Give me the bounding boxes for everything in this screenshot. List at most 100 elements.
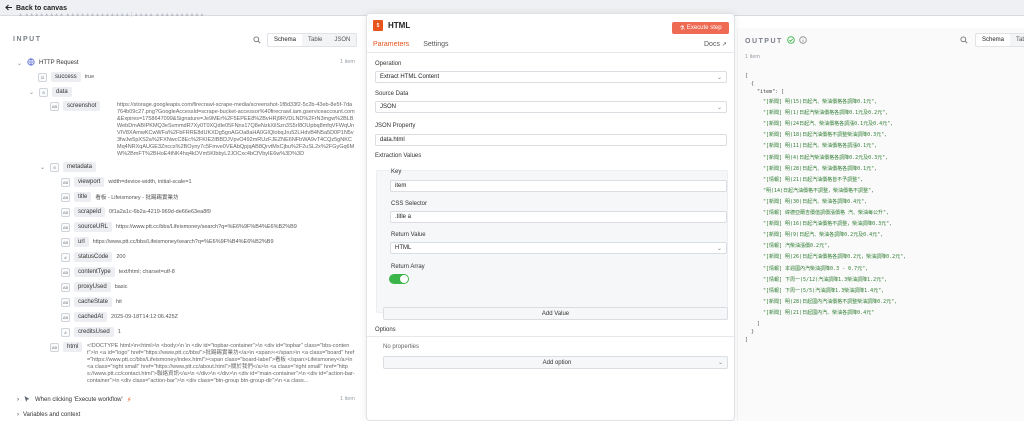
string-type-icon: AB bbox=[61, 177, 70, 187]
return-value-select[interactable]: HTML ⌄ bbox=[390, 242, 727, 254]
json-string-value: "[新聞] 明(4)日起汽柴油價格各調降0.2元及0.3元", bbox=[763, 154, 889, 161]
output-panel: OUTPUT Schema Table 1 item [ { "item": [… bbox=[737, 28, 1024, 421]
json-string-value: "[新聞] 明(28)日起國內汽油價格不調整柴油調降0.2元", bbox=[763, 298, 898, 305]
json-key-line: "item": [ bbox=[757, 89, 785, 95]
json-string-value: "[新聞] 明(9)日起汽、柴油各調降0.2元及0.4元", bbox=[763, 232, 884, 239]
string-type-icon: AB bbox=[61, 312, 70, 322]
field-value: basic bbox=[114, 284, 128, 290]
field-statuscode[interactable]: # statusCode 200 bbox=[61, 252, 126, 262]
field-contenttype[interactable]: AB contentType text/html; charset=utf-8 bbox=[61, 267, 175, 277]
options-label: Options bbox=[375, 327, 396, 333]
string-type-icon: AB bbox=[61, 282, 70, 292]
object-type-icon: ⊙ bbox=[50, 162, 59, 172]
execute-step-button[interactable]: ⚗ Execute step bbox=[672, 22, 729, 34]
operation-value: Extract HTML Content bbox=[380, 74, 440, 80]
field-metadata[interactable]: ⌄ ⊙ metadata bbox=[40, 162, 97, 172]
chevron-down-icon: ⌄ bbox=[40, 164, 46, 171]
variables-label: Variables and context bbox=[23, 412, 81, 418]
json-string-value: "[新聞] 明(18)日起汽油價格不調整柴油調降0.3元", bbox=[763, 132, 888, 139]
field-title[interactable]: AB title 看板 - Lifeismoney - 批踢踢實業坊 bbox=[61, 192, 178, 202]
json-array-item: "[情報] 緯德亞爾吉價值調價漲價格 汽、柴油每公升", bbox=[763, 209, 889, 216]
chevron-down-icon: ⌄ bbox=[17, 60, 23, 67]
json-property-input[interactable]: data.html bbox=[375, 134, 727, 146]
field-value: width=device-width, initial-scale=1 bbox=[108, 179, 192, 185]
field-key: scrapeId bbox=[74, 207, 106, 217]
json-string-value: "[新聞] 明(30)日起汽、柴油各調降0.4元", bbox=[763, 198, 868, 205]
json-string-value: "[新聞] 明(15)日起汽、柴油價格各調降0.1元", bbox=[763, 99, 878, 105]
json-close-array: ] bbox=[757, 321, 761, 327]
tab-json[interactable]: JSON bbox=[328, 34, 356, 46]
field-scrapeid[interactable]: AB scrapeId 0f1a2a1c-6b2a-4219-969d-de66… bbox=[61, 207, 211, 217]
tab-schema[interactable]: Schema bbox=[268, 34, 303, 46]
json-array-item: "[情報] 明(21)日起汽油價格皆不予調整", bbox=[763, 176, 863, 183]
json-string-value: "[情報] 明(21)日起汽油價格皆不予調整", bbox=[763, 176, 864, 183]
chevron-right-icon: › bbox=[17, 412, 19, 418]
operation-select[interactable]: Extract HTML Content ⌄ bbox=[375, 71, 727, 83]
globe-icon bbox=[27, 58, 35, 68]
info-circle-icon[interactable] bbox=[799, 36, 807, 46]
json-array-item: "明(14)日起汽油價格不調整，柴油價格不調整", bbox=[763, 187, 874, 194]
key-input[interactable]: item bbox=[390, 180, 727, 192]
json-array-item: "[情報] 本週國內汽柴油調降0.3 - 0.7元", bbox=[763, 265, 868, 272]
json-string-value: "[新聞] 明(24日起汽、柴油價格各調漲0.1元及0.4元", bbox=[763, 121, 894, 128]
search-icon[interactable] bbox=[253, 36, 261, 44]
add-option-select[interactable]: Add option ⌄ bbox=[383, 356, 728, 369]
field-sourceurl[interactable]: AB sourceURL https://www.ptt.cc/bbs/Life… bbox=[61, 222, 297, 232]
node-row-when-clicking[interactable]: › When clicking 'Execute workflow' ⚡ bbox=[17, 395, 132, 405]
field-screenshot[interactable]: AB screenshot bbox=[50, 101, 101, 111]
tab-schema[interactable]: Schema bbox=[976, 34, 1011, 46]
json-open-bracket: [ bbox=[745, 73, 749, 79]
node-settings-modal: 5 HTML ⚗ Execute step Parameters Setting… bbox=[366, 13, 735, 421]
tab-table[interactable]: Table bbox=[1010, 34, 1024, 46]
field-url[interactable]: AB url https://www.ptt.cc/bbs/Lifeismone… bbox=[61, 237, 274, 247]
json-array-item: "[新聞] 明(1)日起汽柴油價格各調降0.1元及0.2元", bbox=[763, 109, 888, 116]
json-array-item: "[新聞] 明(30)日起汽、柴油各調降0.4元", bbox=[763, 198, 867, 205]
json-array-item: "[情報] 汽柴油漲價0.2元", bbox=[763, 242, 830, 249]
css-selector-label: CSS Selector bbox=[391, 201, 428, 207]
input-heading: INPUT bbox=[13, 36, 42, 43]
return-value-value: HTML bbox=[395, 245, 412, 251]
field-cachedat[interactable]: AB cachedAt 2025-09-18T14:12:06.425Z bbox=[61, 312, 178, 322]
tab-table[interactable]: Table bbox=[302, 34, 328, 46]
json-array-item: "[新聞] 明(18)日起汽油價格不調整柴油調降0.3元", bbox=[763, 131, 887, 138]
field-key: data bbox=[52, 87, 72, 97]
string-type-icon: AB bbox=[61, 267, 70, 277]
string-type-icon: AB bbox=[61, 207, 70, 217]
cursor-icon bbox=[23, 395, 31, 405]
source-data-label: Source Data bbox=[375, 91, 409, 97]
trigger-name: When clicking 'Execute workflow' bbox=[35, 397, 123, 403]
source-data-select[interactable]: JSON ⌄ bbox=[375, 101, 727, 113]
screenshot-value: https://storage.googleapis.com/firecrawl… bbox=[117, 102, 355, 157]
css-selector-value: .title a bbox=[395, 214, 412, 220]
add-value-button[interactable]: Add Value bbox=[383, 307, 728, 320]
node-name: HTTP Request bbox=[39, 60, 79, 66]
field-proxyused[interactable]: AB proxyUsed basic bbox=[61, 282, 128, 292]
chevron-down-icon: ⌄ bbox=[716, 104, 722, 111]
json-string-value: "[新聞] 明(16)日起汽油價格不調整，柴油調降0.3元", bbox=[763, 221, 893, 228]
json-array-item: "[情報] 下周一(5/5)汽油調降1.3柴油調降1.4元", bbox=[763, 287, 884, 294]
json-string-value: "[新聞] 明(21)日起國內汽、柴油各調降0.4元" bbox=[763, 309, 875, 316]
field-viewport[interactable]: AB viewport width=device-width, initial-… bbox=[61, 177, 192, 187]
field-html[interactable]: AB html bbox=[50, 342, 83, 352]
css-selector-input[interactable]: .title a bbox=[390, 211, 727, 223]
return-array-toggle[interactable] bbox=[389, 274, 409, 284]
node-row-http-request[interactable]: ⌄ HTTP Request bbox=[17, 58, 79, 68]
field-key: metadata bbox=[63, 162, 97, 172]
boolean-type-icon: ☑ bbox=[38, 72, 47, 82]
field-success[interactable]: ☑ success true bbox=[38, 72, 94, 82]
string-type-icon: AB bbox=[50, 342, 59, 352]
field-key: sourceURL bbox=[74, 222, 113, 232]
string-type-icon: AB bbox=[61, 192, 70, 202]
search-icon[interactable] bbox=[960, 36, 968, 44]
field-creditsused[interactable]: # creditsUsed 1 bbox=[61, 327, 121, 337]
trigger-item-count: 1 item bbox=[340, 396, 355, 402]
variables-row[interactable]: › Variables and context bbox=[17, 412, 80, 418]
output-item-count: 1 item bbox=[745, 54, 760, 60]
json-string-value: "明(14)日起汽油價格不調整，柴油價格不調整", bbox=[763, 187, 875, 194]
field-cachestate[interactable]: AB cacheState hit bbox=[61, 297, 122, 307]
field-value: true bbox=[84, 74, 95, 80]
docs-link[interactable]: Docs ↗ bbox=[704, 41, 727, 48]
field-data[interactable]: ⌄ ⊙ data bbox=[29, 87, 72, 97]
node-title: HTML bbox=[388, 21, 411, 30]
extraction-values-label: Extraction Values bbox=[375, 153, 422, 159]
